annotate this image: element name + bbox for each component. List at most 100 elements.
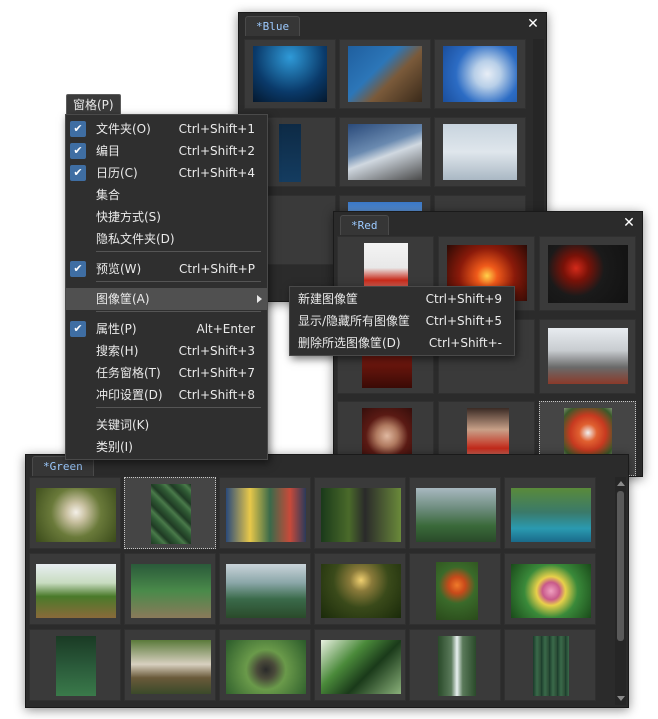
photo-hiker-valley [416,488,496,542]
thumbnail[interactable] [539,319,636,394]
menu-item[interactable]: 快捷方式(S) [66,206,267,228]
menu-item[interactable]: 隐私文件夹(D) [66,228,267,250]
menu-item[interactable]: 冲印设置(D) Ctrl+Shift+8 [66,384,267,406]
photo-photographer [226,640,306,694]
thumbnail-selected[interactable] [124,477,216,549]
chevron-right-icon [257,295,262,303]
menu-item-label: 任务窗格(T) [96,366,161,380]
submenu-item-shortcut: Ctrl+Shift+9 [425,292,502,306]
submenu-item-label: 删除所选图像筐(D) [298,336,401,350]
menu-item-shortcut: Ctrl+Shift+4 [178,166,255,180]
photo-cliff-sea [348,46,422,102]
check-icon: ✔ [70,143,86,159]
menu-item[interactable]: 任务窗格(T) Ctrl+Shift+7 [66,362,267,384]
photo-sunlit-forest [321,564,401,618]
thumbnail[interactable] [219,477,311,549]
photo-boat-lake [511,488,591,542]
menu-item[interactable]: 搜索(H) Ctrl+Shift+3 [66,340,267,362]
thumbnail[interactable] [124,629,216,701]
photo-waterfall [438,636,476,696]
thumbnail[interactable] [219,629,311,701]
menu-item[interactable]: 图像筐(A) [66,288,267,310]
menu-item-label: 集合 [96,188,121,202]
menu-item[interactable]: ✔ 日历(C) Ctrl+Shift+4 [66,162,267,184]
submenu-item[interactable]: 新建图像筐 Ctrl+Shift+9 [290,288,514,310]
menu-item[interactable]: ✔ 文件夹(O) Ctrl+Shift+1 [66,118,267,140]
thumbnail[interactable] [504,629,596,701]
photo-balloon-sky [443,46,517,102]
thumbnail[interactable] [339,117,431,187]
photo-orange-flowers [436,562,478,620]
photo-underwater-diver [253,46,327,102]
menu-item-label: 文件夹(O) [96,122,151,136]
menu-separator [96,281,261,282]
blue-basket-tab[interactable]: *Blue [245,16,301,36]
pane-menu-button[interactable]: 窗格(P) [66,94,121,116]
submenu-item-label: 新建图像筐 [298,292,359,306]
thumbnail[interactable] [219,553,311,625]
menu-item-shortcut: Ctrl+Shift+2 [178,144,255,158]
thumbnail[interactable] [434,117,526,187]
menu-item[interactable]: 集合 [66,184,267,206]
close-icon[interactable]: ✕ [621,215,637,231]
check-icon: ✔ [70,321,86,337]
thumbnail[interactable] [29,477,121,549]
thumbnail[interactable] [29,629,121,701]
thumbnail[interactable] [409,553,501,625]
scrollbar-thumb[interactable] [617,491,624,641]
photo-graffiti [226,488,306,542]
red-basket-tab[interactable]: *Red [340,215,389,235]
menu-item-shortcut: Ctrl+Shift+P [179,262,255,276]
scrollbar[interactable] [615,477,626,705]
thumbnail[interactable] [434,39,526,109]
photo-fence-meadow [36,564,116,618]
menu-item-label: 图像筐(A) [96,292,150,306]
check-icon: ✔ [70,121,86,137]
thumbnail[interactable] [314,477,406,549]
submenu-item-shortcut: Ctrl+Shift+- [428,336,502,350]
menu-separator [96,311,261,312]
thumbnail[interactable] [539,236,636,311]
photo-couple-forest [321,488,401,542]
menu-item[interactable]: ✔ 编目 Ctrl+Shift+2 [66,140,267,162]
menu-separator [96,251,261,252]
thumbnail[interactable] [339,39,431,109]
photo-green-canopy [56,636,96,696]
thumbnail[interactable] [314,629,406,701]
menu-separator [96,407,261,408]
menu-item-label: 隐私文件夹(D) [96,232,175,246]
thumbnail[interactable] [244,39,336,109]
close-icon[interactable]: ✕ [525,16,541,32]
thumbnail[interactable] [504,553,596,625]
photo-red-hair-dark [548,245,628,303]
photo-person-lake [443,124,517,180]
thumbnail[interactable] [29,553,121,625]
menu-item-shortcut: Alt+Enter [196,322,255,336]
photo-green-wall [533,636,569,696]
photo-snow-ridge [348,124,422,180]
photo-road-car [548,328,628,384]
menu-item[interactable]: 类别(I) [66,436,267,458]
green-basket-panel: *Green [25,454,629,708]
submenu-item[interactable]: 显示/隐藏所有图像筐 Ctrl+Shift+5 [290,310,514,332]
check-icon: ✔ [70,261,86,277]
photo-leaves-closeup [321,640,401,694]
photo-forest-path [131,564,211,618]
pane-menu: ✔ 文件夹(O) Ctrl+Shift+1 ✔ 编目 Ctrl+Shift+2 ✔ 日历(C)… [65,114,268,460]
thumbnail[interactable] [314,553,406,625]
thumbnail[interactable] [409,477,501,549]
menu-item-label: 日历(C) [96,166,138,180]
thumbnail[interactable] [124,553,216,625]
menu-item-label: 关键词(K) [96,418,150,432]
photo-leaves [151,484,191,544]
thumbnail[interactable] [504,477,596,549]
menu-item[interactable]: ✔ 属性(P) Alt+Enter [66,318,267,340]
menu-item-shortcut: Ctrl+Shift+3 [178,344,255,358]
scroll-down-icon[interactable] [617,696,625,701]
thumbnail[interactable] [409,629,501,701]
menu-item[interactable]: ✔ 预览(W) Ctrl+Shift+P [66,258,267,280]
menu-item-shortcut: Ctrl+Shift+7 [178,366,255,380]
submenu-item[interactable]: 删除所选图像筐(D) Ctrl+Shift+- [290,332,514,354]
menu-item[interactable]: 关键词(K) [66,414,267,436]
scroll-up-icon[interactable] [617,481,625,486]
